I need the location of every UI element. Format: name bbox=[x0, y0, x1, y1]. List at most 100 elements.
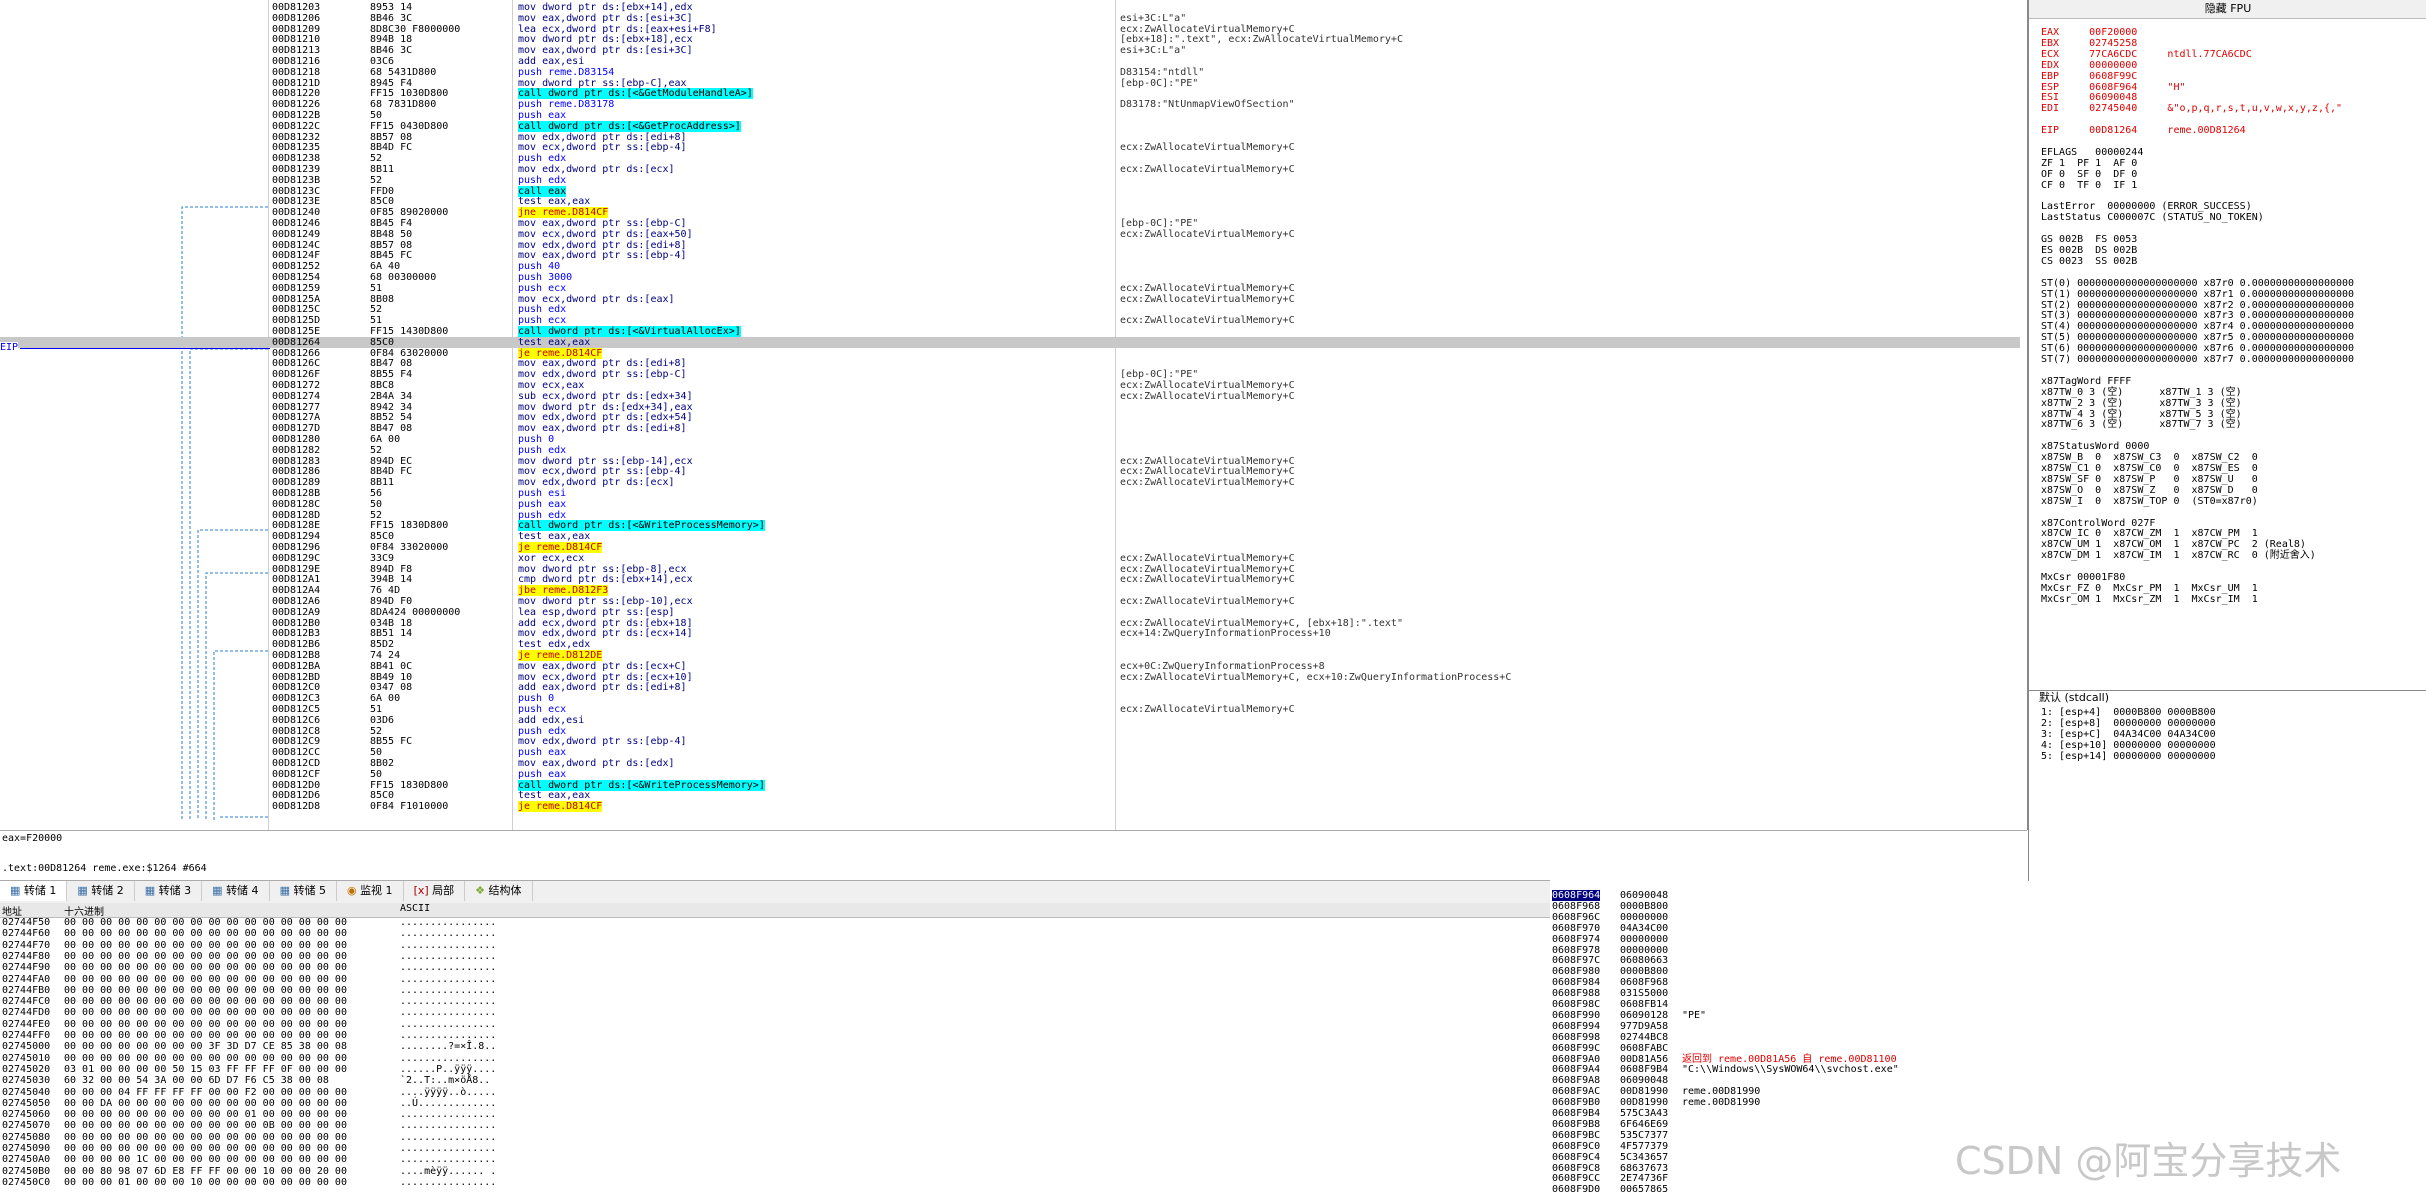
stack-row[interactable]: 0608F970 04A34C00 bbox=[1550, 923, 2420, 934]
register-line[interactable]: OF 0 SF 0 DF 0 bbox=[2041, 169, 2137, 180]
disasm-row[interactable]: 00D8125C 52 push edx bbox=[0, 304, 2020, 315]
disasm-row[interactable]: 00D812D6 85C0 test eax,eax bbox=[0, 790, 2020, 801]
register-line[interactable]: ST(2) 00000000000000000000 x87r2 0.00000… bbox=[2041, 300, 2354, 311]
disasm-row[interactable]: 00D81254 68 00300000 push 3000 bbox=[0, 272, 2020, 283]
disasm-row[interactable]: 00D8128C 50 push eax bbox=[0, 499, 2020, 510]
disasm-row[interactable]: 00D8127D 8B47 08 mov eax,dword ptr ds:[edi… bbox=[0, 423, 2020, 434]
register-line[interactable]: ES 002B DS 002B bbox=[2041, 245, 2137, 256]
disasm-row[interactable]: 00D8121D 8945 F4 mov dword ptr ss:[ebp-C],… bbox=[0, 78, 2020, 89]
dump-row[interactable]: 02744F70 00 00 00 00 00 00 00 00 00 00 00… bbox=[0, 940, 1540, 952]
disassembly-pane[interactable]: 00D81203 8953 14 mov dword ptr ds:[ebx+14]… bbox=[0, 0, 2028, 830]
register-line[interactable]: x87TW_2 3 (空) x87TW_3 3 (空) bbox=[2041, 398, 2242, 409]
stack-row[interactable]: 0608F990 06090128 "PE" bbox=[1550, 1010, 2420, 1021]
register-line[interactable]: x87TW_4 3 (空) x87TW_5 3 (空) bbox=[2041, 409, 2242, 420]
tab-struct[interactable]: ❖ 结构体 bbox=[465, 881, 533, 901]
hide-fpu-toggle[interactable]: 隐藏 FPU bbox=[2029, 0, 2426, 19]
register-line[interactable]: CS 0023 SS 002B bbox=[2041, 256, 2137, 267]
register-line[interactable]: ESP 0608F964 "H" bbox=[2041, 82, 2186, 93]
disasm-row[interactable]: 00D81252 6A 40 push 40 bbox=[0, 261, 2020, 272]
disasm-row[interactable]: 00D8128B 56 push esi bbox=[0, 488, 2020, 499]
disasm-row[interactable]: 00D81238 52 push edx bbox=[0, 153, 2020, 164]
register-line[interactable]: ST(6) 00000000000000000000 x87r6 0.00000… bbox=[2041, 343, 2354, 354]
disasm-row[interactable]: 00D8128E FF15 1830D800 call dword ptr ds:[… bbox=[0, 520, 2020, 532]
register-line[interactable]: x87CW_IC 0 x87CW_ZM 1 x87CW_PM 1 bbox=[2041, 528, 2258, 539]
disasm-row[interactable]: 00D812B6 85D2 test edx,edx bbox=[0, 639, 2020, 650]
stack-row[interactable]: 0608F980 0000B800 bbox=[1550, 966, 2420, 977]
stack-row[interactable]: 0608F97C 06080663 bbox=[1550, 955, 2420, 966]
stack-row[interactable]: 0608F9B0 00D81990 reme.00D81990 bbox=[1550, 1097, 2420, 1108]
register-line[interactable]: x87SW_I 0 x87SW_TOP 0 (ST0=x87r0) bbox=[2041, 496, 2258, 507]
tab-dump-5[interactable]: ▦ 转储 5 bbox=[270, 881, 337, 901]
register-line[interactable]: MxCsr_FZ 0 MxCsr_PM 1 MxCsr_UM 1 bbox=[2041, 583, 2258, 594]
dump-row[interactable]: 02745070 00 00 00 00 00 00 00 00 00 00 00… bbox=[0, 1121, 1540, 1132]
register-line[interactable]: EDX 00000000 bbox=[2041, 60, 2137, 71]
register-line[interactable]: x87SW_C1 0 x87SW_C0 0 x87SW_ES 0 bbox=[2041, 463, 2258, 474]
stack-row[interactable]: 0608F9A8 06090048 bbox=[1550, 1075, 2420, 1086]
disasm-row[interactable]: 00D812C5 51 push ecx ecx:ZwAllocateVirtualM… bbox=[0, 704, 2020, 715]
disasm-row[interactable]: 00D81249 8B48 50 mov ecx,dword ptr ds:[eax… bbox=[0, 229, 2020, 240]
register-line[interactable]: ECX 77CA6CDC ntdll.77CA6CDC bbox=[2041, 49, 2252, 60]
register-line[interactable]: x87TW_0 3 (空) x87TW_1 3 (空) bbox=[2041, 387, 2242, 398]
memory-dump-pane[interactable]: 地址 十六进制 ASCII 02744F50 00 00 00 00 00 00 … bbox=[0, 903, 1551, 1195]
disasm-row[interactable]: 00D812A1 394B 14 cmp dword ptr ds:[ebx+14]… bbox=[0, 574, 2020, 585]
disasm-row[interactable]: 00D8123C FFD0 call eax bbox=[0, 185, 2020, 197]
stack-row[interactable]: 0608F984 0608F968 bbox=[1550, 977, 2420, 988]
disasm-row[interactable]: 00D812D8 0F84 F1010000 je reme.D814CF bbox=[0, 801, 2020, 813]
disasm-row[interactable]: 00D812CC 50 push eax bbox=[0, 747, 2020, 758]
stack-row[interactable]: 0608F9D0 00657865 bbox=[1550, 1184, 2420, 1195]
disasm-row[interactable]: 00D8123B 52 push edx bbox=[0, 175, 2020, 186]
calling-convention-label[interactable]: 默认 (stdcall) bbox=[2029, 691, 2426, 705]
disasm-row[interactable]: 00D81286 8B4D FC mov ecx,dword ptr ss:[ebp… bbox=[0, 466, 2020, 477]
disasm-row[interactable]: 00D8124F 8B45 FC mov eax,dword ptr ss:[ebp… bbox=[0, 250, 2020, 261]
dump-row[interactable]: 027450A0 00 00 00 00 1C 00 00 00 00 00 00… bbox=[0, 1155, 1540, 1166]
dump-row[interactable]: 02744FC0 00 00 00 00 00 00 00 00 00 00 00… bbox=[0, 996, 1540, 1008]
tab-locals[interactable]: [x] 局部 bbox=[404, 881, 466, 901]
dump-row[interactable]: 02745030 60 32 00 00 54 3A 00 00 6D D7 F6… bbox=[0, 1076, 1540, 1087]
disasm-row[interactable]: 00D81259 51 push ecx ecx:ZwAllocateVirtualM… bbox=[0, 283, 2020, 294]
register-line[interactable]: EDI 02745040 &"o,p,q,r,s,t,u,v,w,x,y,z,{… bbox=[2041, 103, 2342, 114]
disasm-row[interactable]: 00D8125D 51 push ecx ecx:ZwAllocateVirtualM… bbox=[0, 315, 2020, 326]
disasm-row[interactable]: 00D812BD 8B49 10 mov ecx,dword ptr ds:[ecx… bbox=[0, 672, 2020, 683]
stack-row[interactable]: 0608F968 0000B800 bbox=[1550, 901, 2420, 912]
dump-row[interactable]: 027450B0 00 00 80 98 07 6D E8 FF FF 00 00… bbox=[0, 1166, 1540, 1178]
registers-pane[interactable]: 隐藏 FPU EAX 00F20000 EBX 02745258 ECX 77CA6… bbox=[2028, 0, 2426, 690]
disasm-row[interactable]: 00D8129E 894D F8 mov dword ptr ss:[ebp-8],… bbox=[0, 564, 2020, 575]
disasm-row[interactable]: 00D812C3 6A 00 push 0 bbox=[0, 693, 2020, 704]
disasm-row[interactable]: 00D812C8 52 push edx bbox=[0, 726, 2020, 737]
disasm-row[interactable]: 00D812C6 03D6 add edx,esi bbox=[0, 715, 2020, 726]
disasm-row[interactable]: 00D812A6 894D F0 mov dword ptr ss:[ebp-10]… bbox=[0, 596, 2020, 607]
dump-row[interactable]: 02744F80 00 00 00 00 00 00 00 00 00 00 00… bbox=[0, 951, 1540, 963]
register-line[interactable]: x87SW_O 0 x87SW_Z 0 x87SW_D 0 bbox=[2041, 485, 2258, 496]
disasm-row[interactable]: 00D812B0 034B 18 add ecx,dword ptr ds:[ebx… bbox=[0, 618, 2020, 629]
tab-watch-1[interactable]: ◉ 监视 1 bbox=[337, 881, 404, 901]
disasm-row[interactable]: 00D81203 8953 14 mov dword ptr ds:[ebx+14]… bbox=[0, 2, 2020, 13]
dump-row[interactable]: 02745050 00 00 DA 00 00 00 00 00 00 00 00… bbox=[0, 1098, 1540, 1110]
disasm-row[interactable]: 00D812A4 76 4D jbe reme.D812F3 bbox=[0, 585, 2020, 597]
dump-row[interactable]: 02745000 00 00 00 00 00 00 00 00 3F 3D D7… bbox=[0, 1042, 1540, 1053]
dump-row[interactable]: 02744FD0 00 00 00 00 00 00 00 00 00 00 00… bbox=[0, 1008, 1540, 1019]
disasm-row[interactable]: 00D8122B 50 push eax bbox=[0, 110, 2020, 121]
register-line[interactable]: x87CW_UM 1 x87CW_OM 1 x87CW_PC 2 (Real8) bbox=[2041, 539, 2306, 550]
disasm-row[interactable]: 00D81277 8942 34 mov dword ptr ds:[edx+34]… bbox=[0, 402, 2020, 413]
disasm-row[interactable]: 00D81218 68 5431D800 push reme.D83154 D8315… bbox=[0, 67, 2020, 78]
dump-row[interactable]: 02745080 00 00 00 00 00 00 00 00 00 00 00… bbox=[0, 1132, 1540, 1144]
register-line[interactable]: ST(3) 00000000000000000000 x87r3 0.00000… bbox=[2041, 310, 2354, 321]
dump-row[interactable]: 02745040 00 00 00 04 FF FF FF FF 00 00 F2… bbox=[0, 1087, 1540, 1099]
dump-row[interactable]: 02745090 00 00 00 00 00 00 00 00 00 00 00… bbox=[0, 1143, 1540, 1155]
stack-row[interactable]: 0608F9AC 00D81990 reme.00D81990 bbox=[1550, 1086, 2420, 1097]
dump-row[interactable]: 02744FF0 00 00 00 00 00 00 00 00 00 00 00… bbox=[0, 1030, 1540, 1042]
disasm-row[interactable]: 00D81232 8B57 08 mov edx,dword ptr ds:[edi… bbox=[0, 132, 2020, 143]
register-line[interactable]: x87StatusWord 0000 bbox=[2041, 441, 2149, 452]
stack-row[interactable]: 0608F9B4 575C3A43 bbox=[1550, 1108, 2420, 1119]
register-line[interactable]: ST(4) 00000000000000000000 x87r4 0.00000… bbox=[2041, 321, 2354, 332]
dump-row[interactable]: 02744F90 00 00 00 00 00 00 00 00 00 00 00… bbox=[0, 963, 1540, 974]
stack-row[interactable]: 0608F96C 00000000 bbox=[1550, 912, 2420, 923]
register-line[interactable]: MxCsr 00001F80 bbox=[2041, 572, 2125, 583]
register-line[interactable]: ESI 06090048 bbox=[2041, 92, 2137, 103]
disasm-row[interactable]: 00D812B3 8B51 14 mov edx,dword ptr ds:[ecx… bbox=[0, 628, 2020, 639]
disasm-row[interactable]: 00D812C9 8B55 FC mov edx,dword ptr ss:[ebp… bbox=[0, 736, 2020, 747]
disasm-row[interactable]: 00D81283 894D EC mov dword ptr ss:[ebp-14]… bbox=[0, 456, 2020, 467]
register-line[interactable]: x87CW_DM 1 x87CW_IM 1 x87CW_RC 0 (附近舍入) bbox=[2041, 550, 2316, 561]
disasm-row[interactable]: 00D8126C 8B47 08 mov eax,dword ptr ds:[edi… bbox=[0, 358, 2020, 369]
stack-row[interactable]: 0608F9A4 0608F9B4 "C:\\Windows\\SysWOW64\\… bbox=[1550, 1064, 2420, 1075]
